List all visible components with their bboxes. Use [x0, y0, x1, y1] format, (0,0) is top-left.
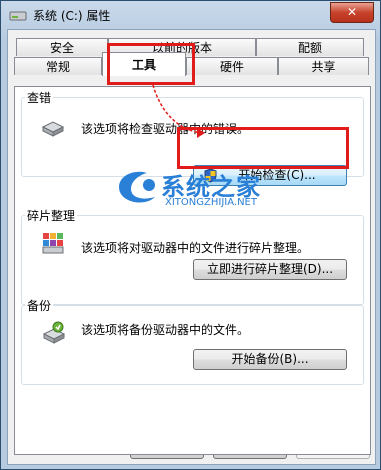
close-button[interactable]: ✕ [330, 2, 374, 23]
backup-description: 该选项将备份驱动器中的文件。 [81, 323, 250, 337]
tab-sharing[interactable]: 共享 [278, 57, 369, 75]
watermark-logo-icon [119, 171, 155, 203]
backup-label: 备份 [25, 297, 54, 314]
window-title: 系统 (C:) 属性 [33, 9, 111, 23]
defrag-label: 碎片整理 [25, 207, 78, 224]
defrag-now-button[interactable]: 立即进行碎片整理(D)... [193, 259, 347, 280]
defrag-icon [42, 233, 64, 254]
tab-general[interactable]: 常规 [14, 57, 102, 75]
tools-tab-highlight [107, 43, 195, 85]
tab-hardware[interactable]: 硬件 [186, 57, 278, 75]
properties-window: 系统 (C:) 属性 ✕ 安全 以前的版本 配额 常规 工具 硬件 共享 查错 … [0, 0, 381, 470]
defrag-description: 该选项将对驱动器中的文件进行碎片整理。 [81, 241, 310, 255]
tab-quota[interactable]: 配额 [256, 38, 364, 56]
check-disk-icon [41, 121, 65, 137]
start-backup-button[interactable]: 开始备份(B)... [193, 349, 347, 370]
drive-icon [9, 11, 27, 21]
title-bar[interactable]: 系统 (C:) 属性 ✕ [1, 1, 380, 29]
error-check-label: 查错 [25, 89, 54, 106]
backup-icon [42, 321, 66, 344]
pointer-arrow-icon [152, 84, 205, 138]
watermark-url: XITONGZHIJIA.NET [165, 197, 257, 208]
backup-group [21, 305, 364, 385]
tab-security[interactable]: 安全 [16, 38, 108, 56]
